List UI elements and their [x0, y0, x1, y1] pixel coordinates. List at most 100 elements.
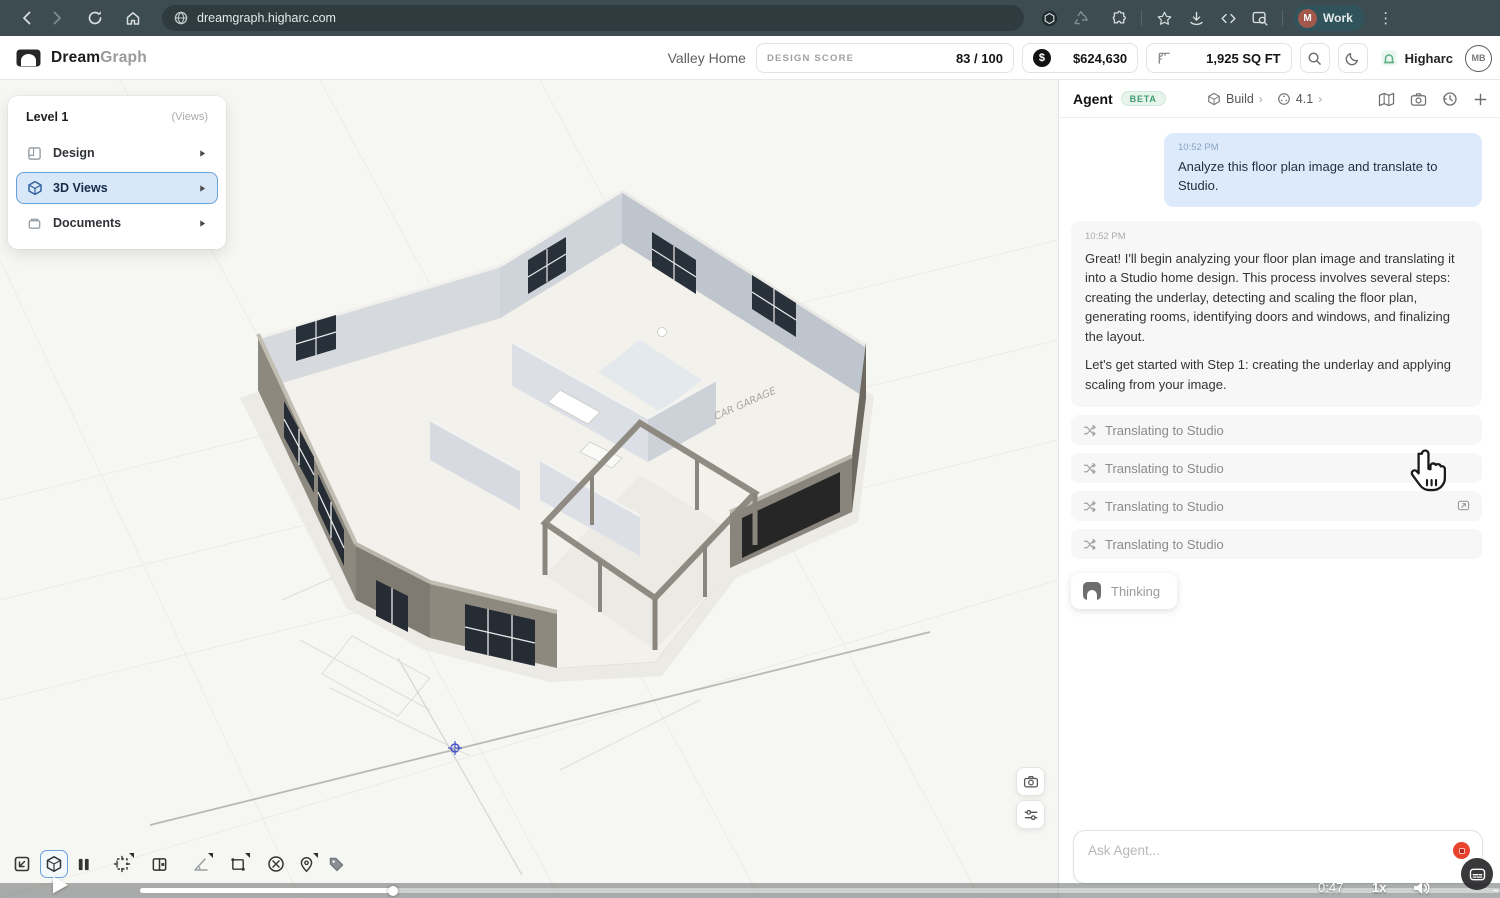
address-bar[interactable]: dreamgraph.higharc.com	[162, 5, 1024, 31]
camera-icon[interactable]	[1410, 92, 1427, 107]
build-mode-selector[interactable]: Build ›	[1207, 92, 1263, 106]
area-measure-button[interactable]	[224, 850, 252, 878]
profile-label: Work	[1323, 11, 1353, 25]
sidebar-item-documents[interactable]: Documents	[16, 207, 218, 239]
dev-code-icon[interactable]	[1213, 4, 1243, 32]
plan-view-button[interactable]	[8, 850, 36, 878]
site-info-icon[interactable]	[174, 11, 188, 25]
disable-snap-button[interactable]	[262, 850, 290, 878]
new-chat-plus-icon[interactable]	[1473, 92, 1488, 107]
back-icon[interactable]	[12, 4, 42, 32]
video-progress-fill	[140, 888, 393, 893]
section-button[interactable]	[69, 850, 97, 878]
reload-icon[interactable]	[80, 4, 110, 32]
stop-recording-button[interactable]	[1453, 842, 1470, 859]
tool-caret	[313, 853, 318, 858]
video-progress-bar[interactable]	[140, 888, 1500, 893]
plan-view-icon	[13, 855, 31, 873]
chat-scroll-area[interactable]: 10:52 PM Analyze this floor plan image a…	[1059, 119, 1500, 819]
tab-search-icon[interactable]	[1245, 4, 1275, 32]
section-bars-icon	[76, 857, 91, 872]
screenshot-button[interactable]	[1016, 767, 1045, 796]
extensions-puzzle-icon[interactable]	[1104, 4, 1134, 32]
tag-button[interactable]	[322, 850, 350, 878]
video-time: 0:47	[1318, 880, 1343, 895]
sidebar-item-3d-views[interactable]: 3D Views	[16, 172, 218, 204]
ruler-icon	[1157, 51, 1172, 66]
task-translating-2[interactable]: Translating to Studio	[1071, 453, 1482, 483]
browser-toolbar: dreamgraph.higharc.com M Work ⋮	[0, 0, 1500, 36]
map-icon[interactable]	[1378, 92, 1395, 107]
chevron-right-icon[interactable]	[198, 149, 207, 158]
chevron-right-icon[interactable]	[198, 184, 207, 193]
transform-button[interactable]	[108, 850, 136, 878]
app-logo[interactable]: DreamGraph	[16, 36, 147, 80]
map-pin-icon	[298, 856, 315, 873]
views-context-label: (Views)	[172, 111, 208, 123]
org-chip[interactable]: Higharc	[1376, 49, 1457, 67]
arch-logo-icon	[16, 49, 41, 67]
agent-header: Agent BETA Build › 4.1 ›	[1059, 80, 1500, 118]
agent-input-box[interactable]	[1073, 830, 1483, 884]
sliders-icon	[1023, 807, 1039, 823]
search-icon	[1307, 51, 1322, 66]
video-progress-handle[interactable]	[388, 886, 398, 896]
volume-icon[interactable]	[1412, 879, 1432, 897]
price-pill[interactable]: $ $624,630	[1022, 43, 1138, 73]
cube-icon	[27, 180, 43, 196]
views-panel: Level 1 (Views) Design 3D Views	[8, 96, 226, 249]
task-translating-3[interactable]: Translating to Studio	[1071, 491, 1482, 521]
angle-measure-button[interactable]	[187, 850, 215, 878]
theme-toggle-button[interactable]	[1338, 43, 1368, 73]
video-player-bar: 0:47 1x – –	[0, 883, 1500, 898]
downloads-icon[interactable]	[1181, 4, 1211, 32]
stop-icon	[1459, 848, 1465, 854]
dollar-icon: $	[1033, 49, 1051, 67]
forward-icon[interactable]	[42, 4, 72, 32]
logo-text-bold: Dream	[51, 49, 100, 66]
cube-3d-icon	[45, 855, 63, 873]
level-title: Level 1	[26, 110, 68, 124]
translate-shuffle-icon	[1083, 462, 1096, 475]
task-label: Translating to Studio	[1105, 423, 1224, 438]
chevron-right-icon[interactable]	[198, 219, 207, 228]
task-label: Translating to Studio	[1105, 461, 1224, 476]
extension-shield-icon[interactable]	[1034, 4, 1064, 32]
project-name[interactable]: Valley Home	[668, 50, 746, 66]
agent-message-paragraph: Let's get started with Step 1: creating …	[1085, 355, 1468, 394]
area-pill[interactable]: 1,925 SQ FT	[1146, 43, 1291, 73]
playback-speed[interactable]: 1x	[1372, 880, 1386, 895]
agent-input[interactable]	[1088, 840, 1418, 860]
org-name: Higharc	[1405, 51, 1453, 66]
bookmark-star-icon[interactable]	[1149, 4, 1179, 32]
home-icon[interactable]	[118, 4, 148, 32]
history-icon[interactable]	[1442, 91, 1458, 107]
user-message-bubble: 10:52 PM Analyze this floor plan image a…	[1164, 133, 1482, 207]
sidebar-item-label: Documents	[53, 216, 121, 230]
browser-menu-icon[interactable]: ⋮	[1371, 4, 1401, 32]
design-score-label: DESIGN SCORE	[767, 53, 854, 64]
model-version-icon	[1277, 92, 1291, 106]
search-button[interactable]	[1300, 43, 1330, 73]
design-score-pill[interactable]: DESIGN SCORE 83 / 100	[756, 43, 1014, 73]
design-icon	[27, 145, 43, 161]
open-panel-icon[interactable]	[1457, 499, 1470, 512]
sidebar-item-design[interactable]: Design	[16, 137, 218, 169]
3d-viewport[interactable]: CAR GARAGE Level 1 (Views) Design 3D Vie…	[0, 80, 1058, 898]
live-captions-button[interactable]	[1461, 858, 1493, 890]
player-settings-icon[interactable]: – –	[1493, 885, 1500, 898]
view-settings-button[interactable]	[1016, 800, 1045, 829]
arch-logo-icon	[1082, 581, 1102, 601]
layout-button[interactable]	[145, 850, 173, 878]
task-translating-4[interactable]: Translating to Studio	[1071, 529, 1482, 559]
user-avatar[interactable]: MB	[1465, 45, 1492, 72]
play-button[interactable]	[48, 873, 72, 897]
translate-shuffle-icon	[1083, 424, 1096, 437]
model-version-selector[interactable]: 4.1 ›	[1277, 92, 1322, 106]
task-translating-1[interactable]: Translating to Studio	[1071, 415, 1482, 445]
org-icon	[1380, 49, 1398, 67]
browser-profile-chip[interactable]: M Work	[1294, 5, 1365, 31]
pin-button[interactable]	[292, 850, 320, 878]
logo-text-light: Graph	[100, 49, 147, 66]
extension-recycle-icon[interactable]	[1066, 4, 1096, 32]
